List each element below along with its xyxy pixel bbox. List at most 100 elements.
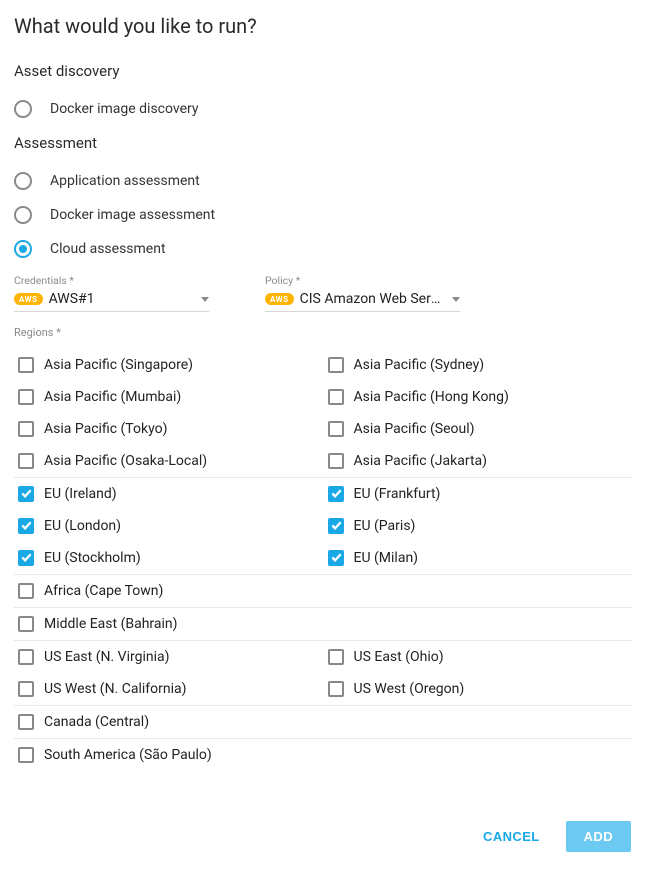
region-label: EU (Paris) [354, 518, 416, 534]
credentials-select[interactable]: AWS AWS#1 [14, 289, 209, 312]
credentials-field[interactable]: Credentials * AWS AWS#1 [14, 274, 209, 312]
region-label: Asia Pacific (Jakarta) [354, 453, 488, 469]
region-item[interactable]: Africa (Cape Town) [14, 575, 324, 607]
region-row: Canada (Central) [14, 706, 633, 738]
region-label: US West (Oregon) [354, 681, 465, 697]
radio-icon[interactable] [14, 100, 32, 118]
region-label: EU (Stockholm) [44, 550, 141, 566]
region-label: Asia Pacific (Sydney) [354, 357, 485, 373]
checkbox-icon[interactable] [18, 518, 34, 534]
radio-icon[interactable] [14, 206, 32, 224]
checkbox-icon[interactable] [18, 453, 34, 469]
cancel-button[interactable]: CANCEL [475, 821, 548, 852]
region-item[interactable]: Asia Pacific (Jakarta) [324, 445, 634, 477]
checkbox-icon[interactable] [18, 357, 34, 373]
region-group: South America (São Paulo) [14, 738, 633, 771]
checkbox-icon[interactable] [328, 649, 344, 665]
region-item[interactable]: Asia Pacific (Osaka-Local) [14, 445, 324, 477]
checkbox-icon[interactable] [18, 389, 34, 405]
region-item[interactable]: US West (N. California) [14, 673, 324, 705]
checkbox-icon[interactable] [18, 486, 34, 502]
checkbox-icon[interactable] [18, 550, 34, 566]
region-label: Asia Pacific (Tokyo) [44, 421, 167, 437]
checkbox-icon[interactable] [328, 421, 344, 437]
region-item[interactable]: Asia Pacific (Seoul) [324, 413, 634, 445]
region-row: EU (London) EU (Paris) [14, 510, 633, 542]
checkbox-icon[interactable] [18, 583, 34, 599]
region-item[interactable]: South America (São Paulo) [14, 739, 324, 771]
chevron-down-icon [201, 297, 209, 302]
region-item[interactable]: EU (Stockholm) [14, 542, 324, 574]
region-label: EU (Milan) [354, 550, 419, 566]
radio-label: Application assessment [50, 173, 200, 189]
policy-select[interactable]: AWS CIS Amazon Web Service [265, 289, 460, 312]
radio-option-cloud-assessment[interactable]: Cloud assessment [14, 240, 633, 258]
region-row: US East (N. Virginia) US East (Ohio) [14, 641, 633, 673]
region-item[interactable]: Asia Pacific (Sydney) [324, 349, 634, 381]
region-item[interactable]: Middle East (Bahrain) [14, 608, 324, 640]
region-item[interactable]: EU (Ireland) [14, 478, 324, 510]
region-item[interactable]: Asia Pacific (Tokyo) [14, 413, 324, 445]
checkbox-icon[interactable] [328, 550, 344, 566]
region-label: US West (N. California) [44, 681, 186, 697]
region-item[interactable]: Asia Pacific (Hong Kong) [324, 381, 634, 413]
checkbox-icon[interactable] [18, 616, 34, 632]
region-item[interactable]: Canada (Central) [14, 706, 324, 738]
dialog-body: What would you like to run? Asset discov… [0, 0, 647, 866]
region-item[interactable]: US West (Oregon) [324, 673, 634, 705]
aws-badge-icon: AWS [265, 293, 294, 305]
region-group: Middle East (Bahrain) [14, 607, 633, 640]
region-label: Middle East (Bahrain) [44, 616, 178, 632]
region-label: Asia Pacific (Mumbai) [44, 389, 181, 405]
checkbox-icon[interactable] [18, 649, 34, 665]
asset-discovery-options: Docker image discovery [14, 100, 633, 118]
checkbox-icon[interactable] [328, 486, 344, 502]
region-item[interactable]: EU (London) [14, 510, 324, 542]
checkbox-icon[interactable] [18, 421, 34, 437]
radio-icon[interactable] [14, 172, 32, 190]
region-item[interactable]: EU (Frankfurt) [324, 478, 634, 510]
region-row: US West (N. California) US West (Oregon) [14, 673, 633, 705]
checkbox-icon[interactable] [18, 714, 34, 730]
region-label: Africa (Cape Town) [44, 583, 163, 599]
policy-field[interactable]: Policy * AWS CIS Amazon Web Service [265, 274, 460, 312]
region-label: US East (Ohio) [354, 649, 444, 665]
checkbox-icon[interactable] [328, 518, 344, 534]
add-button[interactable]: ADD [566, 821, 631, 852]
checkbox-icon[interactable] [328, 681, 344, 697]
region-label: EU (Frankfurt) [354, 486, 441, 502]
region-label: South America (São Paulo) [44, 747, 212, 763]
region-item[interactable]: EU (Paris) [324, 510, 634, 542]
region-group: Asia Pacific (Singapore) Asia Pacific (Sy… [14, 349, 633, 477]
region-group: Africa (Cape Town) [14, 574, 633, 607]
dialog-footer: CANCEL ADD [14, 821, 633, 866]
section-title-assessment: Assessment [14, 134, 633, 152]
region-item[interactable]: Asia Pacific (Mumbai) [14, 381, 324, 413]
section-title-asset-discovery: Asset discovery [14, 62, 633, 80]
radio-label: Docker image assessment [50, 207, 215, 223]
page-title: What would you like to run? [14, 14, 633, 38]
region-row: EU (Stockholm) EU (Milan) [14, 542, 633, 574]
region-item[interactable]: US East (N. Virginia) [14, 641, 324, 673]
region-row: Asia Pacific (Mumbai) Asia Pacific (Hong … [14, 381, 633, 413]
checkbox-icon[interactable] [18, 747, 34, 763]
region-row: EU (Ireland) EU (Frankfurt) [14, 478, 633, 510]
radio-icon[interactable] [14, 240, 32, 258]
region-item[interactable]: Asia Pacific (Singapore) [14, 349, 324, 381]
checkbox-icon[interactable] [328, 389, 344, 405]
region-label: Canada (Central) [44, 714, 149, 730]
checkbox-icon[interactable] [328, 453, 344, 469]
radio-label: Docker image discovery [50, 101, 199, 117]
radio-option-docker-image-discovery[interactable]: Docker image discovery [14, 100, 633, 118]
radio-option-application-assessment[interactable]: Application assessment [14, 172, 633, 190]
aws-badge-icon: AWS [14, 293, 43, 305]
radio-option-docker-image-assessment[interactable]: Docker image assessment [14, 206, 633, 224]
region-item[interactable]: US East (Ohio) [324, 641, 634, 673]
checkbox-icon[interactable] [18, 681, 34, 697]
radio-label: Cloud assessment [50, 241, 166, 257]
regions-label: Regions * [14, 326, 633, 339]
region-label: Asia Pacific (Hong Kong) [354, 389, 509, 405]
region-item[interactable]: EU (Milan) [324, 542, 634, 574]
checkbox-icon[interactable] [328, 357, 344, 373]
assessment-options: Application assessment Docker image asses… [14, 172, 633, 258]
